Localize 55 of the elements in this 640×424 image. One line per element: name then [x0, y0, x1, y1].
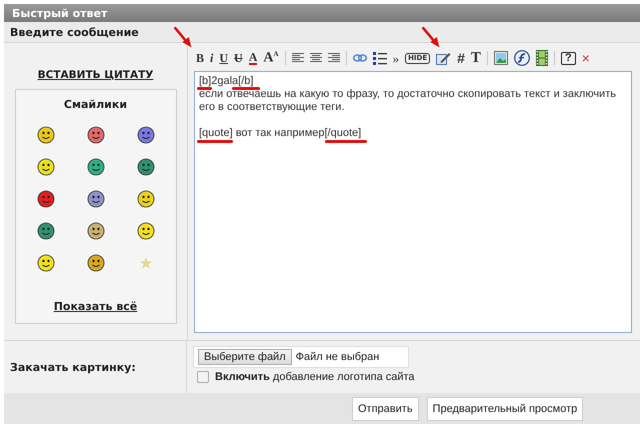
smiley-icon[interactable]: [136, 126, 154, 144]
smiley-icon[interactable]: [136, 222, 154, 240]
color-button[interactable]: A: [248, 51, 258, 65]
plain-button[interactable]: #: [457, 51, 465, 65]
annotation-underline: [325, 140, 367, 143]
quote-button[interactable]: »: [392, 52, 400, 64]
section-title: Введите сообщение: [10, 26, 139, 38]
image-icon[interactable]: [494, 51, 508, 65]
link-icon[interactable]: [352, 54, 367, 62]
smiley-icon[interactable]: [36, 158, 54, 176]
smiley-icon[interactable]: [86, 254, 104, 272]
form-button[interactable]: Предварительный просмотр: [426, 397, 584, 421]
star-icon[interactable]: [140, 257, 152, 269]
underline-button[interactable]: U: [219, 52, 228, 64]
close-button[interactable]: ×: [582, 51, 590, 65]
smileys-title: Смайлики: [64, 98, 128, 111]
logo-checkbox-label: Включить добавление логотипа сайта: [215, 371, 415, 383]
smiley-icon[interactable]: [86, 222, 104, 240]
annotation-arrow: [420, 26, 442, 48]
annotation-arrow: [172, 26, 194, 48]
form-button[interactable]: Отправить: [352, 397, 419, 421]
insert-quote-link[interactable]: ВСТАВИТЬ ЦИТАТУ: [38, 69, 154, 81]
logo-checkbox[interactable]: [197, 371, 209, 383]
size-button[interactable]: A$^{A}$: [263, 50, 279, 66]
message-field[interactable]: [b]2gala[/b] если отвечаешь на какую то фразу, то достаточно скопировать текст и заключить его в соответствующие теги. [quote] вот так например[/quote]: [194, 71, 632, 333]
smiley-icon[interactable]: [86, 190, 104, 208]
smiley-icon[interactable]: [36, 222, 54, 240]
list-icon[interactable]: [372, 52, 387, 64]
strike-button[interactable]: U: [234, 52, 243, 64]
smiley-icon[interactable]: [86, 158, 104, 176]
smiley-icon[interactable]: [136, 190, 154, 208]
window-title: Быстрый ответ: [12, 6, 108, 20]
film-icon[interactable]: [536, 50, 548, 66]
help-button[interactable]: ?: [560, 52, 576, 64]
show-all-link[interactable]: Показать всё: [54, 300, 138, 313]
edit-icon[interactable]: [436, 51, 452, 65]
smiley-icon[interactable]: [36, 254, 54, 272]
choose-file-button[interactable]: Выберите файл: [198, 349, 292, 365]
serif-button[interactable]: T: [470, 50, 481, 66]
smiley-icon[interactable]: [36, 126, 54, 144]
align-left-icon[interactable]: [292, 53, 304, 63]
flash-icon[interactable]: [514, 50, 530, 66]
align-right-icon[interactable]: [328, 53, 340, 63]
file-status: Файл не выбран: [296, 351, 380, 363]
file-input[interactable]: Выберите файл Файл не выбран: [193, 346, 409, 368]
annotation-underline: [232, 87, 260, 90]
upload-label: Закачать картинку:: [10, 360, 136, 374]
italic-button[interactable]: i: [210, 52, 214, 64]
align-center-icon[interactable]: [310, 53, 322, 63]
bold-button[interactable]: B: [196, 52, 204, 64]
annotation-underline: [197, 140, 233, 143]
smiley-icon[interactable]: [136, 158, 154, 176]
annotation-underline: [197, 87, 212, 90]
smiley-icon[interactable]: [86, 126, 104, 144]
smiley-icon[interactable]: [36, 190, 54, 208]
